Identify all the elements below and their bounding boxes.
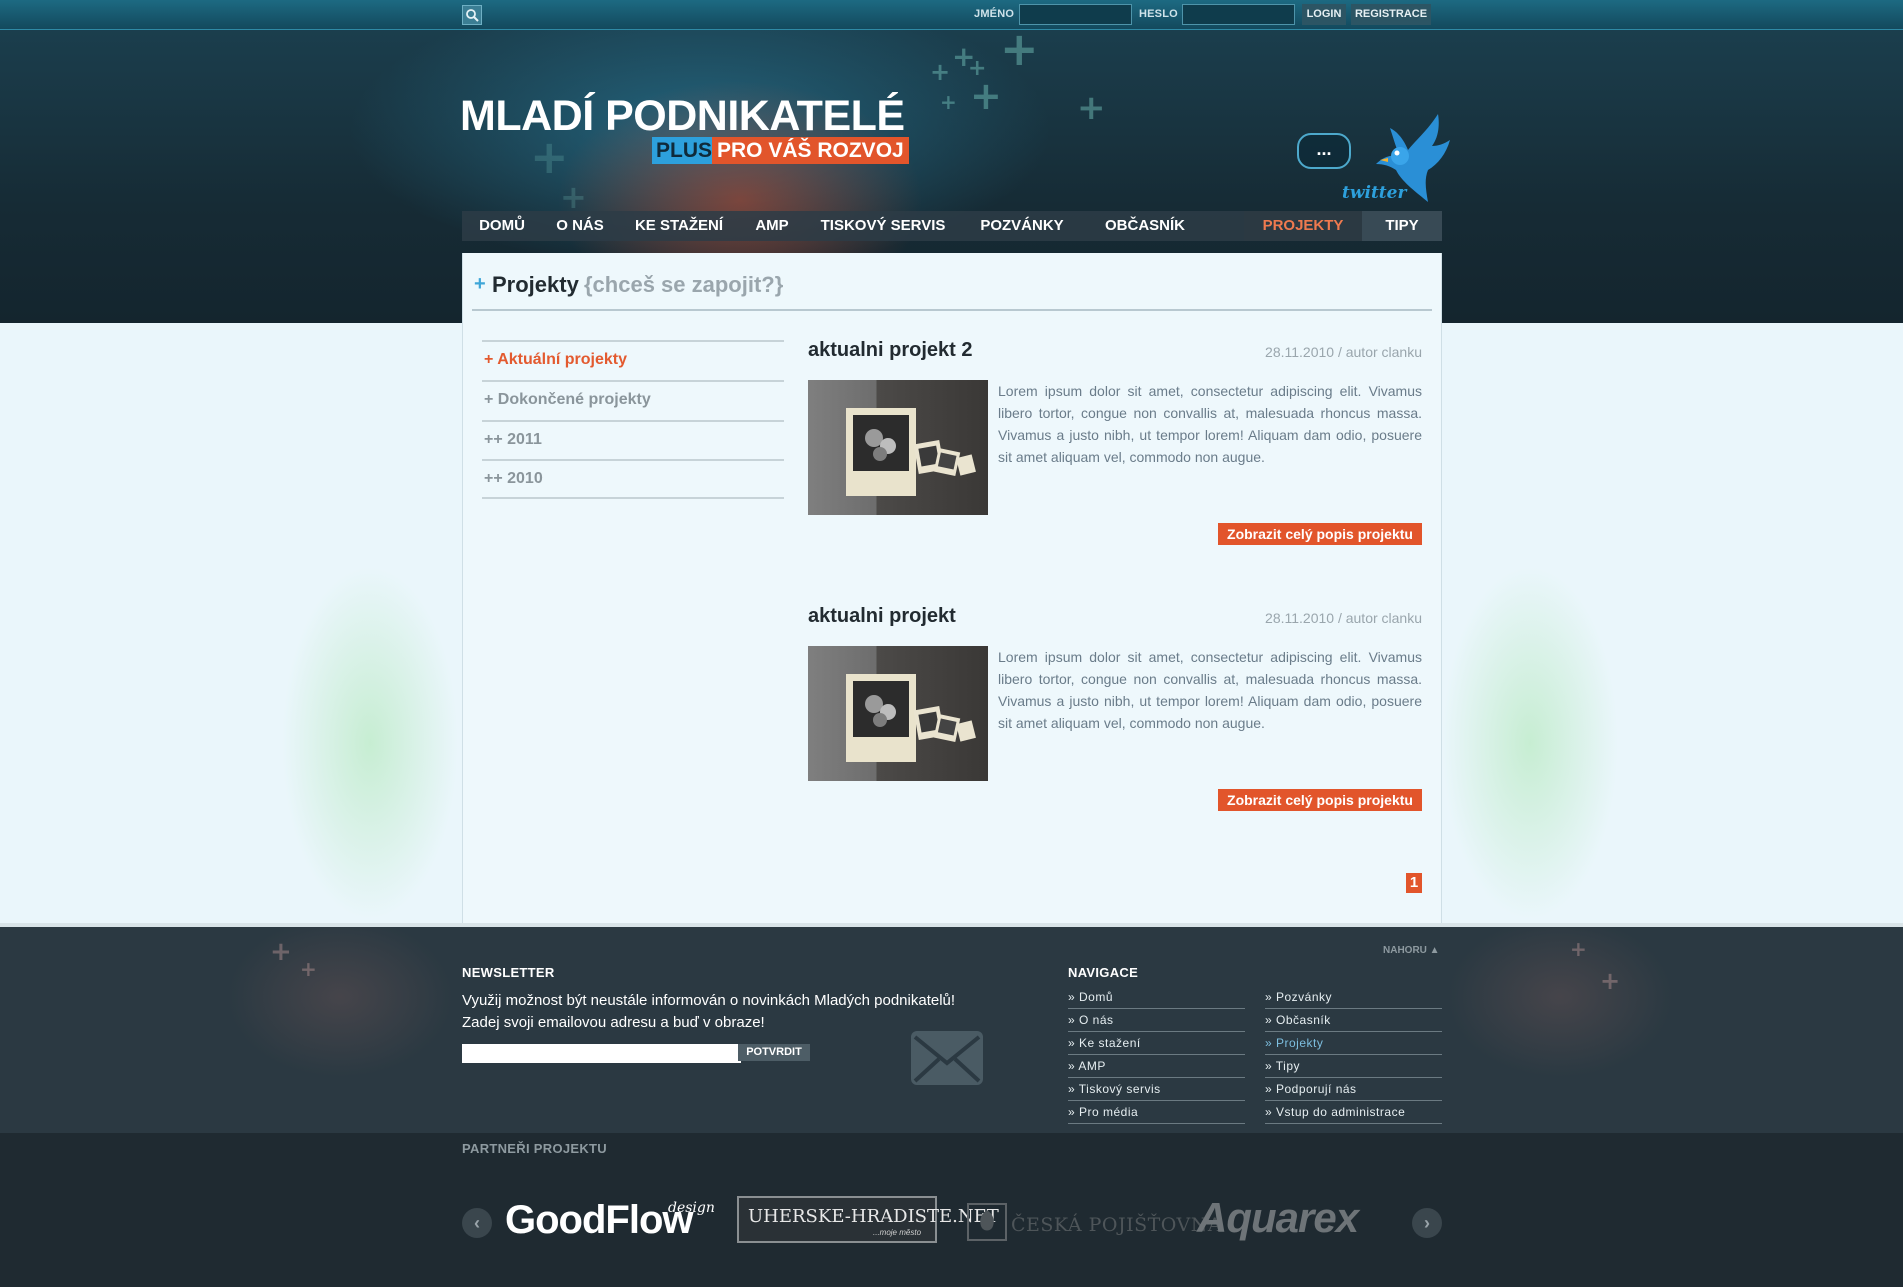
chevron-right-icon: › [1424, 1213, 1430, 1233]
partner-logo-uherske-hradiste-sub: ...moje město [873, 1228, 922, 1237]
tagline-text: PRO VÁŠ ROZVOJ [712, 137, 909, 164]
article-thumbnail[interactable] [808, 646, 988, 781]
newsletter-text: Využij možnost být neustále informován o… [462, 992, 956, 1031]
password-input[interactable] [1182, 4, 1295, 25]
footer-nav-domu[interactable]: » Domů [1068, 987, 1245, 1009]
photo-frames-image [846, 408, 976, 496]
article-title[interactable]: aktualni projekt [808, 605, 956, 628]
heading-plus-icon: + [474, 273, 486, 295]
partner-logo-ceska-pojistovna[interactable]: ČESKÁ POJIŠŤOVNA [1011, 1214, 1222, 1236]
plus-decoration-icon: + [1600, 967, 1621, 995]
nav-item-projekty[interactable]: PROJEKTY [1244, 211, 1362, 241]
show-project-button[interactable]: Zobrazit celý popis projektu [1218, 789, 1422, 811]
nav-item-ke-stazeni[interactable]: KE STAŽENÍ [622, 211, 736, 241]
footer-nav-pozvanky[interactable]: » Pozvánky [1265, 987, 1442, 1009]
plus-decoration-icon: + [270, 937, 292, 967]
footer-nav-tiskovy-servis[interactable]: » Tiskový servis [1068, 1079, 1245, 1101]
heading-divider [472, 309, 1432, 311]
nav-item-amp[interactable]: AMP [744, 211, 800, 241]
sidebar-divider [482, 497, 784, 499]
partners-next-button[interactable]: › [1412, 1208, 1442, 1238]
footer-nav-pro-media[interactable]: » Pro média [1068, 1102, 1245, 1124]
partner-logo-goodflow[interactable]: GoodFlow [505, 1198, 694, 1243]
plus-decoration-icon: + [970, 74, 1002, 118]
sidebar-item-2011[interactable]: ++ 2011 [482, 420, 784, 459]
plus-decoration-icon: + [930, 58, 951, 86]
twitter-speech-bubble[interactable]: ... [1297, 133, 1351, 169]
nav-item-tipy[interactable]: TIPY [1362, 211, 1442, 241]
nav-item-pozvanky[interactable]: POZVÁNKY [966, 211, 1078, 241]
footer-nav-tipy[interactable]: » Tipy [1265, 1056, 1442, 1078]
plus-decoration-icon: + [1000, 22, 1039, 76]
page-title: Projekty [492, 272, 579, 297]
page-subtitle[interactable]: {chceš se zapojit?} [584, 272, 783, 298]
plus-decoration-icon: + [1570, 937, 1587, 961]
back-to-top-link[interactable]: NAHORU ▲ [1383, 945, 1440, 956]
photo-frames-image [846, 674, 976, 762]
search-button[interactable] [462, 5, 482, 25]
show-project-button[interactable]: Zobrazit celý popis projektu [1218, 523, 1422, 545]
partner-logo-uherske-hradiste-text: UHERSKE-HRADISTE.NET [748, 1206, 999, 1227]
nav-item-tiskovy-servis[interactable]: TISKOVÝ SERVIS [808, 211, 958, 241]
sidebar-item-aktualni-projekty[interactable]: + Aktuální projekty [482, 340, 784, 379]
partner-logo-aquarex[interactable]: Aquarex [1197, 1194, 1359, 1242]
article-thumbnail[interactable] [808, 380, 988, 515]
footer-nav-heading: NAVIGACE [1068, 965, 1139, 980]
tagline-plus: PLUS [652, 137, 717, 164]
arrow-up-icon: ▲ [1429, 945, 1440, 956]
newsletter-submit-button[interactable]: POTVRDIT [738, 1044, 810, 1061]
partners-heading: PARTNEŘI PROJEKTU [462, 1141, 607, 1156]
footer-nav-vstup-do-administrace[interactable]: » Vstup do administrace [1265, 1102, 1442, 1124]
partners-prev-button[interactable]: ‹ [462, 1208, 492, 1238]
main-nav: DOMŮ O NÁS KE STAŽENÍ AMP TISKOVÝ SERVIS… [462, 211, 1442, 241]
plus-decoration-icon: + [1077, 88, 1106, 128]
search-icon [466, 9, 479, 22]
nav-item-domu[interactable]: DOMŮ [462, 211, 542, 241]
password-label: HESLO [1139, 8, 1178, 20]
plus-decoration-icon: + [940, 90, 957, 114]
chevron-left-icon: ‹ [474, 1213, 480, 1233]
twitter-label[interactable]: twitter [1342, 183, 1406, 203]
name-label: JMÉNO [974, 8, 1015, 20]
footer-nav-obcasnik[interactable]: » Občasník [1265, 1010, 1442, 1032]
ceska-pojistovna-emblem-icon [967, 1203, 1007, 1241]
footer-nav-amp[interactable]: » AMP [1068, 1056, 1245, 1078]
footer-nav-ke-stazeni[interactable]: » Ke stažení [1068, 1033, 1245, 1055]
partner-logo-goodflow-suffix: design [668, 1200, 715, 1216]
envelope-icon [911, 1031, 983, 1085]
back-to-top-label: NAHORU [1383, 945, 1427, 956]
article-excerpt: Lorem ipsum dolor sit amet, consectetur … [998, 649, 1422, 731]
site-title[interactable]: MLADÍ PODNIKATELÉ [460, 92, 905, 141]
sidebar-item-2010[interactable]: ++ 2010 [482, 459, 784, 498]
article-meta: 28.11.2010 / autor clanku [1265, 610, 1422, 626]
sidebar-item-dokoncene-projekty[interactable]: + Dokončené projekty [482, 380, 784, 419]
nav-item-obcasnik[interactable]: OBČASNÍK [1086, 211, 1204, 241]
article-excerpt: Lorem ipsum dolor sit amet, consectetur … [998, 383, 1422, 465]
newsletter-email-input[interactable] [462, 1044, 741, 1063]
footer-nav-projekty[interactable]: » Projekty [1265, 1033, 1442, 1055]
pagination-current-page[interactable]: 1 [1406, 873, 1422, 893]
newsletter-heading: NEWSLETTER [462, 965, 555, 980]
article-meta: 28.11.2010 / autor clanku [1265, 344, 1422, 360]
login-button[interactable]: LOGIN [1302, 4, 1346, 25]
footer-nav-o-nas[interactable]: » O nás [1068, 1010, 1245, 1032]
plus-decoration-icon: + [300, 957, 317, 981]
register-button[interactable]: REGISTRACE [1351, 4, 1431, 25]
article-title[interactable]: aktualni projekt 2 [808, 339, 973, 362]
nav-item-o-nas[interactable]: O NÁS [546, 211, 614, 241]
top-bar: JMÉNO HESLO LOGIN REGISTRACE [0, 0, 1903, 30]
footer-nav-podporuji-nas[interactable]: » Podporují nás [1265, 1079, 1442, 1101]
